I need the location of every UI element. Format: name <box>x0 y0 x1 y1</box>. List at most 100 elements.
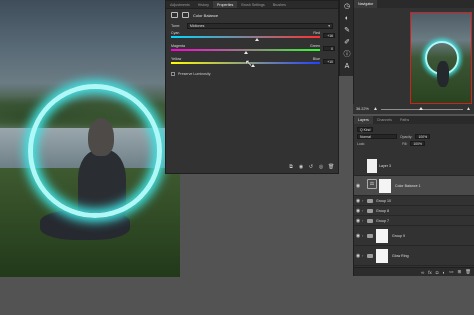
info-icon[interactable]: ⓘ <box>342 50 352 60</box>
navigator-tabs: Navigator <box>354 0 474 8</box>
tab-layers[interactable]: Layers <box>354 116 373 124</box>
adjustment-layer-icon[interactable]: ◐ <box>443 270 446 275</box>
tab-brush-settings[interactable]: Brush Settings <box>237 1 268 8</box>
navigator-preview[interactable] <box>410 12 472 104</box>
tab-history[interactable]: History <box>194 1 213 8</box>
chevron-down-icon: ▾ <box>328 23 330 28</box>
adjust-icon[interactable]: ◐ <box>342 14 352 24</box>
layers-footer: ∞ fx ◘ ◐ ▭ ⊞ 🗑 <box>354 267 474 276</box>
add-mask-icon[interactable]: ◘ <box>436 270 439 275</box>
new-group-icon[interactable]: ▭ <box>449 269 453 275</box>
slider-thumb[interactable] <box>243 51 248 54</box>
eye-icon[interactable]: ◉ <box>354 253 362 259</box>
slider-cyan-red: Cyan Red +16 <box>166 30 338 43</box>
preserve-luminosity-row[interactable]: Preserve Luminosity <box>166 69 338 79</box>
group-mask-thumbnail[interactable] <box>376 228 388 243</box>
slider-track[interactable] <box>171 36 320 38</box>
slider-left-label: Cyan <box>171 31 180 35</box>
layer-row[interactable]: Layer 3 <box>354 156 474 176</box>
brush-settings-icon[interactable]: ✐ <box>342 38 352 48</box>
slider-value-field[interactable]: 0 <box>323 46 335 51</box>
glow-ring <box>28 84 162 218</box>
layer-mask-thumbnail[interactable] <box>379 178 391 193</box>
properties-tabs: Adjustments History Properties Brush Set… <box>166 1 338 9</box>
layer-row[interactable]: ◉ › Glow Ring <box>354 246 474 266</box>
fill-label: Fill: <box>402 141 408 146</box>
slider-left-label: Yellow <box>171 57 182 61</box>
character-icon[interactable]: A <box>342 62 352 72</box>
tab-paths[interactable]: Paths <box>396 116 413 124</box>
preserve-luminosity-label: Preserve Luminosity <box>178 72 211 76</box>
canvas-image[interactable] <box>0 0 180 277</box>
trash-icon[interactable]: 🗑 <box>465 269 471 275</box>
new-layer-icon[interactable]: ⊞ <box>458 269 462 275</box>
zoom-in-icon[interactable]: ▲ <box>466 106 471 112</box>
fx-icon[interactable]: fx <box>428 270 432 275</box>
preserve-luminosity-checkbox[interactable] <box>171 72 175 76</box>
clip-to-layer-icon[interactable]: ⧉ <box>288 164 294 170</box>
tab-channels[interactable]: Channels <box>373 116 396 124</box>
zoom-out-icon[interactable]: ▲ <box>373 106 378 112</box>
link-icon[interactable]: ∞ <box>421 270 424 275</box>
history-icon[interactable]: ◷ <box>342 2 352 12</box>
opacity-field[interactable]: 100% <box>415 134 431 139</box>
layer-row[interactable]: ◉ › Group 7 <box>354 216 474 226</box>
slider-value-field[interactable]: +16 <box>323 33 335 38</box>
fill-field[interactable]: 100% <box>410 141 426 146</box>
tone-row: Tone: Midtones ▾ <box>166 21 338 30</box>
slider-left-label: Magenta <box>171 44 185 48</box>
eye-icon[interactable]: ◉ <box>354 198 362 204</box>
tab-properties[interactable]: Properties <box>212 1 238 8</box>
tab-adjustments[interactable]: Adjustments <box>166 1 194 8</box>
group-mask-thumbnail[interactable] <box>376 248 388 263</box>
opacity-label: Opacity: <box>400 134 413 139</box>
slider-thumb[interactable] <box>255 38 260 41</box>
filter-row: Q Kind <box>357 126 471 133</box>
preview-person <box>437 61 449 87</box>
tone-dropdown[interactable]: Midtones ▾ <box>186 22 333 29</box>
zoom-slider-thumb[interactable] <box>418 106 423 110</box>
eye-icon[interactable]: ◉ <box>354 218 362 224</box>
layers-tabs: Layers Channels Paths <box>354 116 474 124</box>
folder-icon <box>367 198 373 203</box>
layer-row[interactable]: ◉ › Group 10 <box>354 196 474 206</box>
brush-icon[interactable]: ✎ <box>342 26 352 36</box>
slider-magenta-green: Magenta Green 0 <box>166 43 338 56</box>
color-balance-icon: ⚖ <box>367 178 377 189</box>
layer-row[interactable]: ◉ › Group 8 <box>354 206 474 216</box>
kind-filter-dropdown[interactable]: Q Kind <box>357 127 374 132</box>
layer-name: Layer 3 <box>379 163 391 168</box>
eye-icon[interactable]: ◉ <box>354 183 362 189</box>
layers-panel: Layers Channels Paths Q Kind Normal Opac… <box>353 116 474 276</box>
navigator-zoom-row: 36.22% ▲ ▲ <box>353 104 474 114</box>
blend-mode-dropdown[interactable]: Normal <box>357 134 397 139</box>
layers-list: Layer 3 ◉ ⚖ Color Balance 1 ◉ › Group 10… <box>354 156 474 266</box>
layer-row[interactable]: ◉ ⚖ Color Balance 1 <box>354 176 474 196</box>
eye-icon[interactable]: ◉ <box>354 233 362 239</box>
slider-value-field[interactable]: +10 <box>323 59 335 64</box>
folder-icon <box>367 253 373 258</box>
layer-row[interactable]: ◉ › Group 9 <box>354 226 474 246</box>
trash-icon[interactable]: 🗑 <box>328 164 334 170</box>
tone-label: Tone: <box>171 23 181 28</box>
layer-mask-icon[interactable] <box>182 12 189 18</box>
lock-label: Lock: <box>357 141 366 146</box>
folder-icon <box>367 208 373 213</box>
view-previous-icon[interactable]: ◉ <box>298 164 304 170</box>
panel-tool-strip: ◷ ◐ ✎ ✐ ⓘ A <box>339 0 353 76</box>
zoom-value[interactable]: 36.22% <box>356 107 370 111</box>
slider-right-label: Blue <box>312 57 320 61</box>
layer-name: Group 7 <box>376 218 389 223</box>
zoom-slider[interactable] <box>380 106 464 110</box>
navigator-panel: Navigator <box>353 0 474 104</box>
adjustment-title: Color Balance <box>193 12 219 18</box>
eye-icon[interactable]: ◉ <box>354 208 362 214</box>
layer-thumbnail <box>367 158 377 173</box>
layer-name: Glow Ring <box>392 253 409 258</box>
tab-navigator[interactable]: Navigator <box>354 0 378 8</box>
slider-right-label: Red <box>313 31 320 35</box>
reset-icon[interactable]: ↺ <box>308 164 314 170</box>
slider-right-label: Green <box>310 44 320 48</box>
visibility-icon[interactable]: ◎ <box>318 164 324 170</box>
tab-brushes[interactable]: Brushes <box>269 1 290 8</box>
